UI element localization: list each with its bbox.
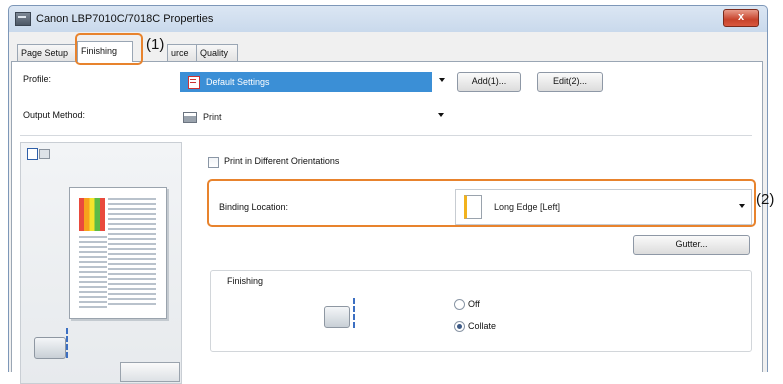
binding-edge-icon bbox=[464, 195, 482, 219]
tab-finishing[interactable]: Finishing bbox=[77, 41, 133, 62]
profile-value: Default Settings bbox=[206, 77, 270, 87]
output-method-select[interactable]: Print bbox=[176, 107, 451, 127]
tab-page-setup[interactable]: Page Setup bbox=[17, 44, 81, 61]
properties-window: Canon LBP7010C/7018C Properties x Page S… bbox=[8, 5, 768, 384]
print-orientations-checkbox[interactable] bbox=[208, 157, 219, 168]
text-lines bbox=[108, 198, 156, 308]
finishing-off-label: Off bbox=[468, 299, 480, 309]
printer-icon bbox=[183, 111, 197, 123]
binding-edge-marker-icon bbox=[353, 298, 357, 328]
callout-1-label: (1) bbox=[146, 36, 165, 53]
gutter-button[interactable]: Gutter... bbox=[633, 235, 750, 255]
binding-location-label: Binding Location: bbox=[219, 202, 289, 212]
finishing-group bbox=[210, 270, 752, 352]
window-title: Canon LBP7010C/7018C Properties bbox=[36, 13, 214, 25]
binding-location-select[interactable]: Long Edge [Left] bbox=[455, 189, 752, 225]
finishing-panel: Profile: Default Settings Add(1)... Edit… bbox=[11, 61, 763, 384]
printer-view-icon[interactable] bbox=[39, 149, 50, 159]
text-lines-lower bbox=[79, 236, 107, 308]
callout-2-label: (2) bbox=[756, 191, 775, 208]
divider bbox=[20, 135, 752, 136]
profile-label: Profile: bbox=[23, 74, 52, 84]
output-method-value: Print bbox=[203, 112, 222, 122]
chevron-down-icon[interactable] bbox=[739, 204, 745, 208]
page-preview bbox=[69, 187, 167, 319]
title-bar: Canon LBP7010C/7018C Properties x bbox=[9, 6, 767, 32]
edit-profile-button[interactable]: Edit(2)... bbox=[537, 72, 603, 92]
finishing-group-label: Finishing bbox=[225, 276, 266, 286]
collate-printer-icon bbox=[324, 306, 350, 328]
binding-location-value: Long Edge [Left] bbox=[494, 202, 561, 212]
output-method-label: Output Method: bbox=[23, 110, 86, 120]
tab-quality[interactable]: Quality bbox=[196, 44, 238, 61]
finishing-collate-label: Collate bbox=[468, 321, 497, 331]
finishing-collate-radio[interactable] bbox=[454, 321, 465, 332]
printer-app-icon bbox=[15, 12, 31, 26]
color-image-thumbnail bbox=[79, 198, 105, 231]
page-view-icon[interactable] bbox=[27, 148, 38, 160]
tab-strip: Page Setup Finishing urce Quality bbox=[13, 41, 767, 62]
layout-buttons[interactable] bbox=[120, 362, 180, 382]
profile-icon bbox=[188, 75, 200, 89]
printer-binding-icon bbox=[34, 337, 66, 359]
add-profile-button[interactable]: Add(1)... bbox=[457, 72, 521, 92]
chevron-down-icon[interactable] bbox=[438, 113, 444, 117]
binding-edge-marker-icon bbox=[66, 328, 70, 358]
close-button[interactable]: x bbox=[723, 9, 759, 27]
chevron-down-icon[interactable] bbox=[439, 78, 445, 82]
print-orientations-label: Print in Different Orientations bbox=[224, 156, 340, 166]
finishing-off-radio[interactable] bbox=[454, 299, 465, 310]
profile-select[interactable]: Default Settings bbox=[180, 72, 445, 92]
